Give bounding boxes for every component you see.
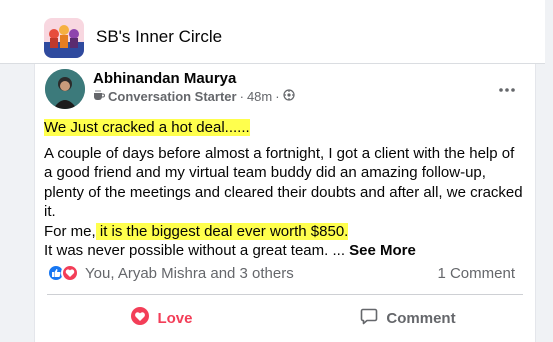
divider <box>47 294 523 295</box>
comment-label: Comment <box>386 309 456 327</box>
body-line2-prefix: For me, <box>44 222 96 240</box>
reaction-icons[interactable] <box>47 264 79 282</box>
post-card: Abhinandan Maurya Conversation Starter ·… <box>34 64 536 342</box>
comment-count[interactable]: 1 Comment <box>437 265 515 282</box>
post-time[interactable]: 48m <box>247 89 272 104</box>
reactions-summary: You, Aryab Mishra and 3 others 1 Comment <box>47 262 515 284</box>
post-options-button[interactable] <box>493 72 521 100</box>
post-actions: Love Comment <box>39 300 531 336</box>
meta-separator-2: · <box>275 89 280 104</box>
love-label: Love <box>157 309 193 327</box>
post-body-paragraph: A couple of days before almost a fortnig… <box>44 144 523 221</box>
group-name[interactable]: SB's Inner Circle <box>96 27 222 47</box>
see-more-link[interactable]: See More <box>349 242 416 259</box>
post-content: We Just cracked a hot deal...... A coupl… <box>44 118 524 261</box>
body-line3-text: It was never possible without a great te… <box>44 242 350 259</box>
reactors-text[interactable]: You, Aryab Mishra and 3 others <box>85 265 294 282</box>
author-avatar[interactable] <box>45 69 85 109</box>
globe-icon <box>282 89 295 104</box>
author-badge[interactable]: Conversation Starter <box>108 89 237 104</box>
group-header: SB's Inner Circle <box>0 0 553 64</box>
heart-icon <box>131 307 150 329</box>
post-body-line-3: It was never possible without a great te… <box>44 241 524 261</box>
heart-icon <box>61 264 79 282</box>
coffee-cup-icon <box>93 89 105 104</box>
post-body-line-2: For me, it is the biggest deal ever wort… <box>44 222 524 242</box>
page-scrollbar[interactable] <box>545 0 553 342</box>
group-cover-image[interactable] <box>44 18 84 58</box>
highlighted-deal-text: it is the biggest deal ever worth $850. <box>95 222 349 240</box>
post-headline: We Just cracked a hot deal...... <box>44 119 250 136</box>
more-horizontal-icon <box>499 76 515 97</box>
post-meta: Conversation Starter · 48m · <box>93 89 295 104</box>
comment-button[interactable]: Comment <box>285 300 531 336</box>
comment-bubble-icon <box>360 307 378 329</box>
meta-separator: · <box>239 89 244 104</box>
love-button[interactable]: Love <box>39 300 285 336</box>
author-name[interactable]: Abhinandan Maurya <box>93 70 236 87</box>
